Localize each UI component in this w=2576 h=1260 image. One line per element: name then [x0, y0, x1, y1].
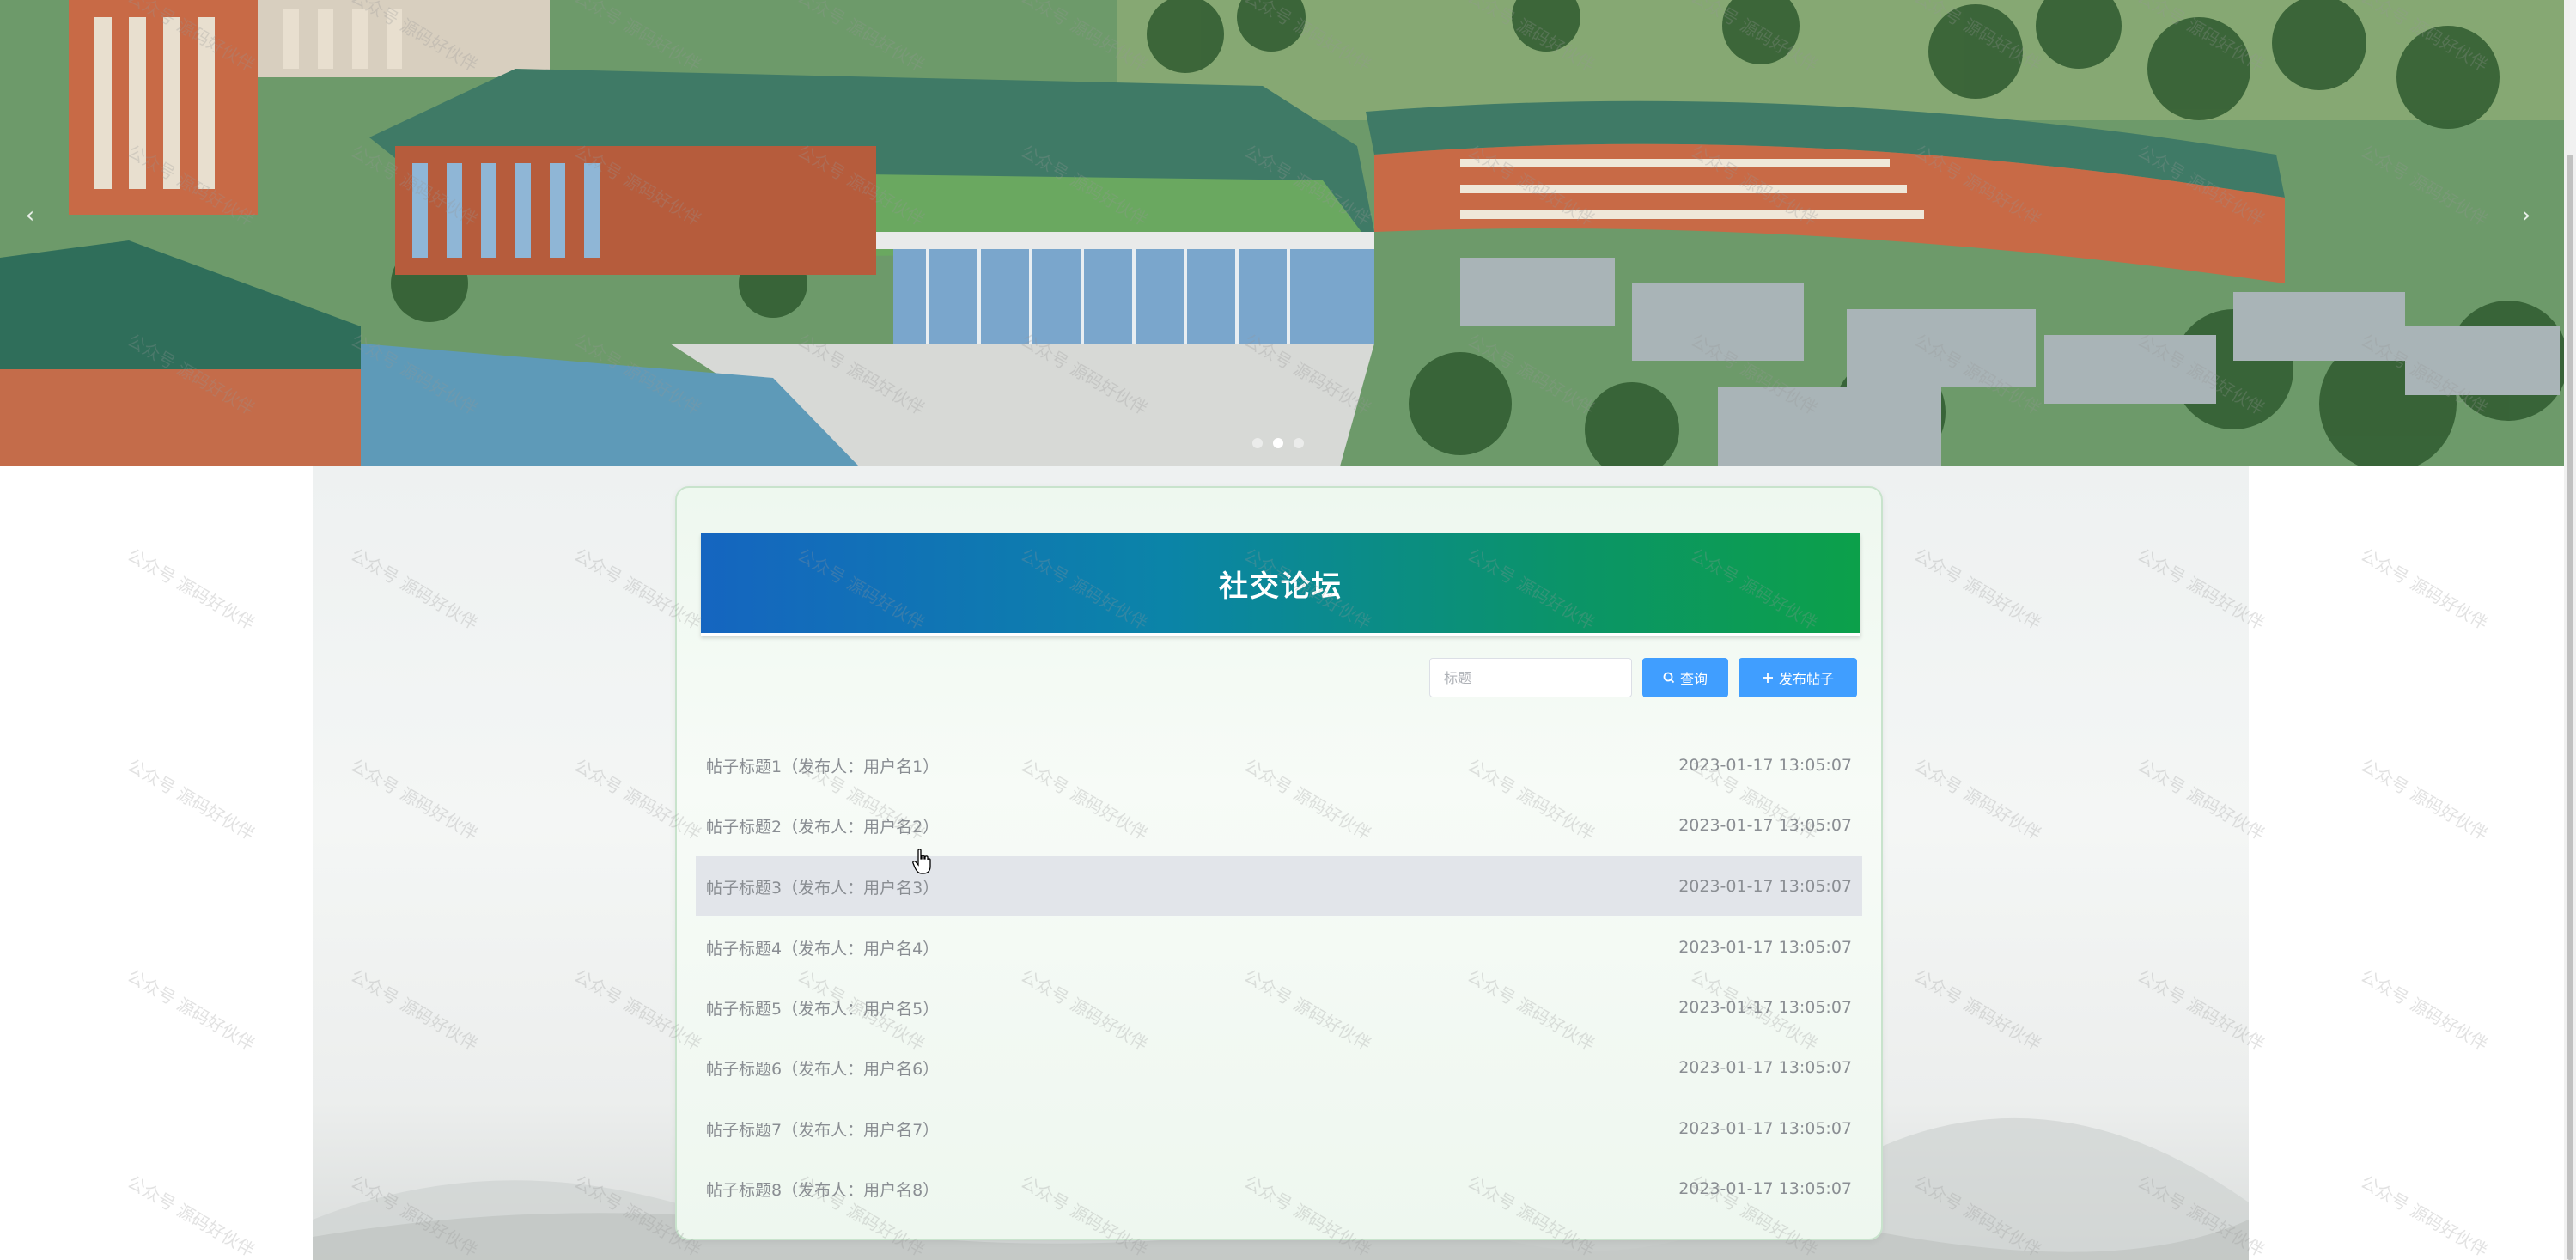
post-title: 帖子标题8（发布人：用户名8） — [706, 1180, 940, 1200]
post-title: 帖子标题5（发布人：用户名5） — [706, 999, 940, 1019]
post-row-5[interactable]: 帖子标题5（发布人：用户名5） 2023-01-17 13:05:07 — [696, 977, 1862, 1038]
query-button-label: 查询 — [1679, 671, 1708, 687]
post-time: 2023-01-17 13:05:07 — [1678, 756, 1852, 775]
post-title: 帖子标题7（发布人：用户名7） — [706, 1120, 940, 1140]
banner-carousel[interactable]: ‹ › — [0, 0, 2564, 466]
carousel-indicators — [1252, 438, 1304, 448]
post-row-1[interactable]: 帖子标题1（发布人：用户名1） 2023-01-17 13:05:07 — [696, 735, 1862, 795]
campus-banner-image — [0, 0, 2564, 466]
post-title: 帖子标题4（发布人：用户名4） — [706, 939, 940, 959]
forum-title-bar: 社交论坛 — [701, 533, 1860, 636]
watermark-text: 公众号 源码好伙伴 — [2357, 965, 2492, 1055]
post-row-7[interactable]: 帖子标题7（发布人：用户名7） 2023-01-17 13:05:07 — [696, 1099, 1862, 1159]
post-row-4[interactable]: 帖子标题4（发布人：用户名4） 2023-01-17 13:05:07 — [696, 917, 1862, 977]
post-time: 2023-01-17 13:05:07 — [1678, 816, 1852, 835]
watermark-text: 公众号 源码好伙伴 — [124, 754, 259, 844]
carousel-dot-2[interactable] — [1273, 438, 1283, 448]
hand-pointer-icon — [912, 849, 931, 874]
post-row-6[interactable]: 帖子标题6（发布人：用户名6） 2023-01-17 13:05:07 — [696, 1038, 1862, 1098]
page: ‹ › 社交论坛 查询 发布帖子 — [0, 0, 2576, 1260]
watermark-text: 公众号 源码好伙伴 — [2357, 544, 2492, 634]
carousel-next-button[interactable]: › — [2513, 203, 2539, 228]
page-title: 社交论坛 — [1219, 569, 1343, 604]
post-title: 帖子标题3（发布人：用户名3） — [706, 878, 940, 898]
post-row-2[interactable]: 帖子标题2（发布人：用户名2） 2023-01-17 13:05:07 — [696, 795, 1862, 855]
query-button[interactable]: 查询 — [1642, 658, 1728, 697]
carousel-dot-3[interactable] — [1294, 438, 1304, 448]
post-title: 帖子标题6（发布人：用户名6） — [706, 1059, 940, 1079]
watermark-text: 公众号 源码好伙伴 — [2357, 754, 2492, 844]
search-input[interactable] — [1429, 658, 1632, 697]
post-time: 2023-01-17 13:05:07 — [1678, 938, 1852, 957]
post-time: 2023-01-17 13:05:07 — [1678, 1179, 1852, 1198]
publish-post-button-label: 发布帖子 — [1778, 671, 1834, 687]
carousel-dot-1[interactable] — [1252, 438, 1263, 448]
watermark-text: 公众号 源码好伙伴 — [124, 1171, 259, 1260]
post-row-3[interactable]: 帖子标题3（发布人：用户名3） 2023-01-17 13:05:07 — [696, 856, 1862, 916]
post-time: 2023-01-17 13:05:07 — [1678, 1058, 1852, 1077]
watermark-text: 公众号 源码好伙伴 — [124, 965, 259, 1055]
post-title: 帖子标题1（发布人：用户名1） — [706, 757, 940, 776]
watermark-text: 公众号 源码好伙伴 — [2357, 1171, 2492, 1260]
plus-icon — [1762, 672, 1774, 684]
publish-post-button[interactable]: 发布帖子 — [1739, 658, 1857, 697]
post-time: 2023-01-17 13:05:07 — [1678, 1119, 1852, 1138]
scrollbar-thumb[interactable] — [2567, 155, 2573, 1260]
post-time: 2023-01-17 13:05:07 — [1678, 998, 1852, 1017]
post-time: 2023-01-17 13:05:07 — [1678, 877, 1852, 896]
search-icon — [1663, 672, 1675, 684]
watermark-text: 公众号 源码好伙伴 — [124, 544, 259, 634]
carousel-prev-button[interactable]: ‹ — [17, 203, 43, 228]
page-scrollbar[interactable] — [2564, 0, 2576, 1260]
post-title: 帖子标题2（发布人：用户名2） — [706, 817, 940, 837]
post-row-8[interactable]: 帖子标题8（发布人：用户名8） 2023-01-17 13:05:07 — [696, 1159, 1862, 1219]
